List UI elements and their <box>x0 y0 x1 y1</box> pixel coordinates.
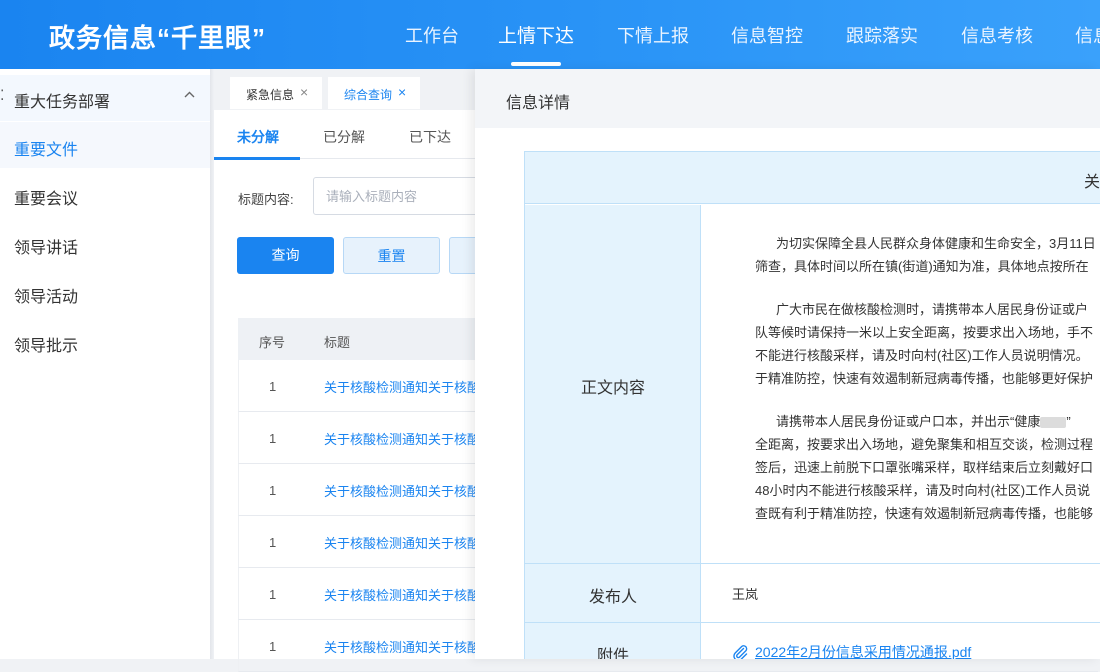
content-line: 于精准防控，快速有效遏制新冠病毒传播，也能够更好保护 <box>755 371 1094 386</box>
row-index: 1 <box>269 431 277 446</box>
sidebar-item-leader-speeches[interactable]: 领导讲话 <box>0 220 210 266</box>
nav-item-more[interactable]: 信息 <box>1075 22 1100 48</box>
row-index: 1 <box>269 639 277 654</box>
row-title-link[interactable]: 关于核酸检测通知关于核酸 <box>324 533 480 552</box>
column-header-title: 标题 <box>324 335 351 350</box>
content-line: 队等候时请保持一米以上安全距离，按要求出入场地，手不 <box>755 325 1094 340</box>
detail-document-title: 关 <box>1084 174 1100 191</box>
drawer-title: 信息详情 <box>506 95 571 112</box>
content-label-cell: 正文内容 <box>525 205 701 563</box>
close-icon[interactable]: × <box>300 84 308 100</box>
column-header-index: 序号 <box>259 335 286 350</box>
nav-item-assessment[interactable]: 信息考核 <box>961 22 1033 48</box>
redacted-mark <box>1040 417 1067 429</box>
content-line: 为切实保障全县人民群众身体健康和生命安全，3月11日 <box>776 236 1096 251</box>
sidebar-item-leader-instructions[interactable]: 领导批示 <box>0 318 210 364</box>
content-line: 筛查，具体时间以所在镇(街道)通知为准，具体地点按所在 <box>755 259 1089 274</box>
row-title-link[interactable]: 关于核酸检测通知关于核酸 <box>324 637 480 656</box>
publisher-label-cell: 发布人 <box>525 564 701 622</box>
reset-button[interactable]: 重置 <box>343 237 440 274</box>
sidebar-item-label: 领导讲话 <box>14 240 79 257</box>
subtab-undecomposed[interactable]: 未分解 <box>237 127 279 147</box>
subtab-issued[interactable]: 已下达 <box>409 127 451 147</box>
sidebar-item-label: 重要文件 <box>14 142 79 159</box>
chevron-up-icon <box>184 91 195 98</box>
sidebar-item-label: 重要会议 <box>14 191 79 208</box>
row-index: 1 <box>269 587 277 602</box>
sidebar-item-label: 领导活动 <box>14 289 79 306</box>
row-index: 1 <box>269 379 277 394</box>
sidebar-item-label: 领导批示 <box>14 338 79 355</box>
content-line: 不能进行核酸采样，请及时向村(社区)工作人员说明情况。 <box>755 348 1089 363</box>
row-index: 1 <box>269 483 277 498</box>
sidebar-item-leader-activities[interactable]: 领导活动 <box>0 269 210 315</box>
grip-icon: ⁚ <box>0 87 5 103</box>
nav-item-report-up[interactable]: 下情上报 <box>617 22 689 48</box>
tab-general-query[interactable]: 综合查询 × <box>328 77 420 109</box>
subtab-decomposed[interactable]: 已分解 <box>323 127 365 147</box>
content-line: 全距离，按要求出入场地，避免聚集和相互交谈，检测过程 <box>755 437 1094 452</box>
row-title-link[interactable]: 关于核酸检测通知关于核酸 <box>324 481 480 500</box>
detail-table: 关 正文内容 为切实保障全县人民群众身体健康和生命安全，3月11日 筛查，具体时… <box>524 151 1100 659</box>
nav-item-smart-control[interactable]: 信息智控 <box>731 22 803 48</box>
content-line: 查既有利于精准防控，快速有效遏制新冠病毒传播，也能够 <box>755 506 1094 521</box>
attachment-link[interactable]: 2022年2月份信息采用情况通报.pdf <box>755 642 971 659</box>
sidebar-item-important-docs[interactable]: 重要文件 <box>0 122 210 168</box>
title-field-label: 标题内容: <box>238 192 294 207</box>
sidebar-group-major-tasks[interactable]: ⁚ 重大任务部署 <box>0 75 210 121</box>
publisher-label: 发布人 <box>588 589 637 606</box>
sidebar: ⁚ 重大任务部署 重要文件 重要会议 领导讲话 领导活动 领导批示 <box>0 69 210 659</box>
sidebar-group-label: 重大任务部署 <box>14 94 111 111</box>
drawer-header: 信息详情 <box>475 69 1100 128</box>
row-title-link[interactable]: 关于核酸检测通知关于核酸 <box>324 585 480 604</box>
row-title-link[interactable]: 关于核酸检测通知关于核酸 <box>324 429 480 448</box>
content-quote: ” <box>1066 414 1071 429</box>
query-button[interactable]: 查询 <box>237 237 334 274</box>
attachment-label-cell: 附件 <box>525 623 701 659</box>
nav-item-workbench[interactable]: 工作台 <box>405 22 459 48</box>
content-line: 签后，迅速上前脱下口罩张嘴采样，取样结束后立刻戴好口 <box>755 460 1094 475</box>
paperclip-icon <box>733 645 748 659</box>
content-line: 48小时内不能进行核酸采样，请及时向村(社区)工作人员说 <box>755 483 1091 498</box>
nav-item-follow-up[interactable]: 跟踪落实 <box>846 22 918 48</box>
tab-label: 紧急信息 <box>246 88 295 102</box>
row-index: 1 <box>269 535 277 550</box>
content-line: 广大市民在做核酸检测时，请携带本人居民身份证或户 <box>776 302 1089 317</box>
top-header: 政务信息“千里眼” 工作台 上情下达 下情上报 信息智控 跟踪落实 信息考核 信… <box>0 0 1100 69</box>
content-line: 请携带本人居民身份证或户口本，并出示“健康 <box>776 414 1041 429</box>
detail-drawer: 信息详情 关 正文内容 为切实保障全县人民群众身体健康和生命安全，3月11日 筛… <box>475 69 1100 659</box>
close-icon[interactable]: × <box>398 84 406 100</box>
publisher-value: 王岚 <box>732 587 759 602</box>
nav-active-indicator <box>511 62 561 66</box>
detail-title-row: 关 <box>525 152 1100 204</box>
sidebar-item-important-meetings[interactable]: 重要会议 <box>0 171 210 217</box>
content-body: 为切实保障全县人民群众身体健康和生命安全，3月11日 筛查，具体时间以所在镇(街… <box>755 232 1096 525</box>
row-title-link[interactable]: 关于核酸检测通知关于核酸 <box>324 377 480 396</box>
subtab-active-indicator <box>214 157 300 160</box>
content-label: 正文内容 <box>580 380 645 397</box>
tab-label: 综合查询 <box>344 88 393 102</box>
nav-item-top-down[interactable]: 上情下达 <box>498 21 574 48</box>
attachment-label: 附件 <box>596 648 629 659</box>
app-brand: 政务信息“千里眼” <box>49 23 267 53</box>
tab-urgent-info[interactable]: 紧急信息 × <box>230 77 322 109</box>
